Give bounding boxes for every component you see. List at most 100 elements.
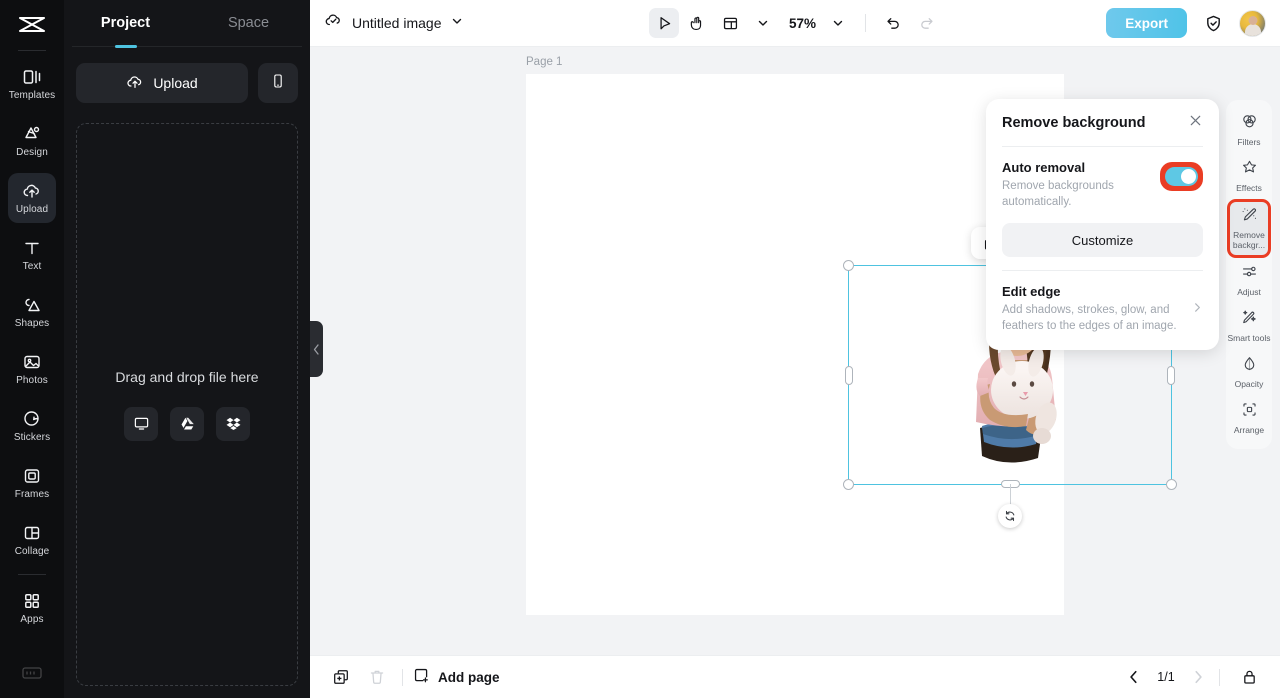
remove-background-panel: Remove background Auto removal Remove ba…: [986, 99, 1219, 351]
sidebar-item-collage[interactable]: Collage: [8, 515, 56, 565]
zoom-level: 57%: [788, 15, 817, 31]
chevron-down-icon: [451, 14, 463, 32]
undo-button[interactable]: [878, 8, 908, 38]
remove-bg-icon: [1241, 206, 1258, 228]
sidebar-item-label: Apps: [20, 614, 44, 625]
resize-handle-top-left[interactable]: [843, 260, 854, 271]
canvas-workspace[interactable]: Page 1 Remove background Auto removal Re…: [310, 47, 1280, 655]
rotate-handle[interactable]: [998, 504, 1022, 528]
sidebar-item-label: Collage: [14, 546, 50, 557]
tab-space[interactable]: Space: [187, 0, 310, 46]
hand-tool-button[interactable]: [682, 8, 712, 38]
toggle-knob: [1181, 169, 1196, 184]
dropzone-label: Drag and drop file here: [115, 368, 259, 385]
close-icon[interactable]: [1188, 113, 1203, 133]
computer-icon[interactable]: [124, 406, 158, 441]
tool-smart-tools[interactable]: Smart tools: [1227, 304, 1271, 350]
sidebar-item-shapes[interactable]: Shapes: [8, 287, 56, 337]
dropzone-sources: [124, 406, 250, 441]
right-tool-rail: Filters Effects Remove backgr... Adjust …: [1226, 100, 1272, 449]
sidebar-item-design[interactable]: Design: [8, 116, 56, 166]
upload-cloud-icon: [126, 73, 144, 94]
add-page-button[interactable]: Add page: [413, 667, 500, 687]
present-button[interactable]: [1236, 664, 1262, 690]
bottom-divider-2: [1219, 668, 1220, 686]
add-page-icon: [413, 667, 430, 687]
sidebar-item-stickers[interactable]: Stickers: [8, 401, 56, 451]
canvas-tools: 57%: [648, 8, 941, 38]
document-title-text: Untitled image: [352, 15, 442, 31]
tool-opacity[interactable]: Opacity: [1227, 350, 1271, 396]
chevron-right-icon: [1192, 300, 1203, 318]
canvas-page[interactable]: [526, 74, 1177, 615]
tool-label: Smart tools: [1227, 333, 1271, 344]
redo-button[interactable]: [911, 8, 941, 38]
tab-project[interactable]: Project: [64, 0, 187, 46]
templates-icon: [22, 67, 42, 87]
rail-divider-bottom: [18, 574, 46, 575]
next-page-button[interactable]: [1185, 664, 1211, 690]
auto-removal-title: Auto removal: [1002, 160, 1086, 175]
sidebar-item-text[interactable]: Text: [8, 230, 56, 280]
upload-button[interactable]: Upload: [76, 63, 248, 103]
add-page-label: Add page: [438, 669, 500, 685]
tool-effects[interactable]: Effects: [1227, 153, 1271, 199]
sidebar-item-label: Frames: [14, 489, 50, 500]
sidebar-item-upload[interactable]: Upload: [8, 173, 56, 223]
select-tool-button[interactable]: [648, 8, 679, 38]
app-root: Templates Design Upload Text Shapes Phot…: [0, 0, 1280, 698]
resize-handle-right[interactable]: [1167, 365, 1175, 385]
duplicate-page-button[interactable]: [328, 664, 354, 690]
sidebar-item-label: Stickers: [13, 432, 51, 443]
file-dropzone[interactable]: Drag and drop file here: [76, 123, 298, 686]
tool-label: Adjust: [1237, 287, 1261, 298]
tool-arrange[interactable]: Arrange: [1227, 396, 1271, 442]
left-icon-rail: Templates Design Upload Text Shapes Phot…: [0, 0, 64, 698]
shield-check-icon[interactable]: [1198, 8, 1228, 38]
layout-tool-button[interactable]: [715, 8, 745, 38]
google-drive-icon[interactable]: [170, 406, 204, 441]
sidebar-item-label: Text: [22, 261, 42, 272]
sidebar-item-apps[interactable]: Apps: [8, 583, 56, 633]
tool-label: Opacity: [1234, 379, 1264, 390]
previous-page-button[interactable]: [1121, 664, 1147, 690]
export-button[interactable]: Export: [1106, 8, 1187, 38]
tool-filters[interactable]: Filters: [1227, 107, 1271, 153]
panel-header: Remove background: [1002, 113, 1203, 133]
layout-chevron-button[interactable]: [748, 8, 778, 38]
sidebar-item-label: Design: [16, 147, 48, 158]
design-icon: [22, 124, 42, 144]
tool-label: Arrange: [1233, 425, 1265, 436]
main-area: Untitled image 57% Export Page 1 Remove …: [310, 0, 1280, 698]
sidebar-item-templates[interactable]: Templates: [8, 59, 56, 109]
dropbox-icon[interactable]: [216, 406, 250, 441]
collage-icon: [22, 523, 42, 543]
smart-tools-icon: [1241, 309, 1258, 331]
tool-adjust[interactable]: Adjust: [1227, 258, 1271, 304]
panel-divider-2: [1002, 270, 1203, 272]
auto-removal-toggle[interactable]: [1165, 167, 1198, 186]
mobile-upload-button[interactable]: [258, 63, 298, 103]
document-title[interactable]: Untitled image: [324, 11, 463, 35]
tool-label: Remove backgr...: [1232, 230, 1266, 250]
customize-button[interactable]: Customize: [1002, 223, 1203, 258]
panel-divider: [1002, 146, 1203, 147]
tool-remove-background[interactable]: Remove backgr...: [1227, 199, 1271, 258]
project-panel: Project Space Upload Drag and drop file …: [64, 0, 323, 698]
edit-edge-row[interactable]: Edit edge Add shadows, strokes, glow, an…: [1002, 284, 1203, 334]
keyboard-shortcuts-icon[interactable]: [21, 665, 43, 686]
app-logo[interactable]: [12, 10, 52, 42]
user-avatar[interactable]: [1239, 9, 1266, 37]
sidebar-item-frames[interactable]: Frames: [8, 458, 56, 508]
upload-button-label: Upload: [153, 75, 198, 91]
resize-handle-bottom-right[interactable]: [1166, 479, 1177, 490]
delete-page-button[interactable]: [364, 664, 390, 690]
zoom-chevron-button[interactable]: [823, 8, 853, 38]
sidebar-item-photos[interactable]: Photos: [8, 344, 56, 394]
text-icon: [22, 238, 42, 258]
resize-handle-bottom-left[interactable]: [843, 479, 854, 490]
resize-handle-left[interactable]: [845, 365, 853, 385]
sidebar-item-label: Templates: [8, 90, 56, 101]
page-navigation: 1/1: [1121, 664, 1262, 690]
panel-collapse-handle[interactable]: [310, 321, 323, 377]
